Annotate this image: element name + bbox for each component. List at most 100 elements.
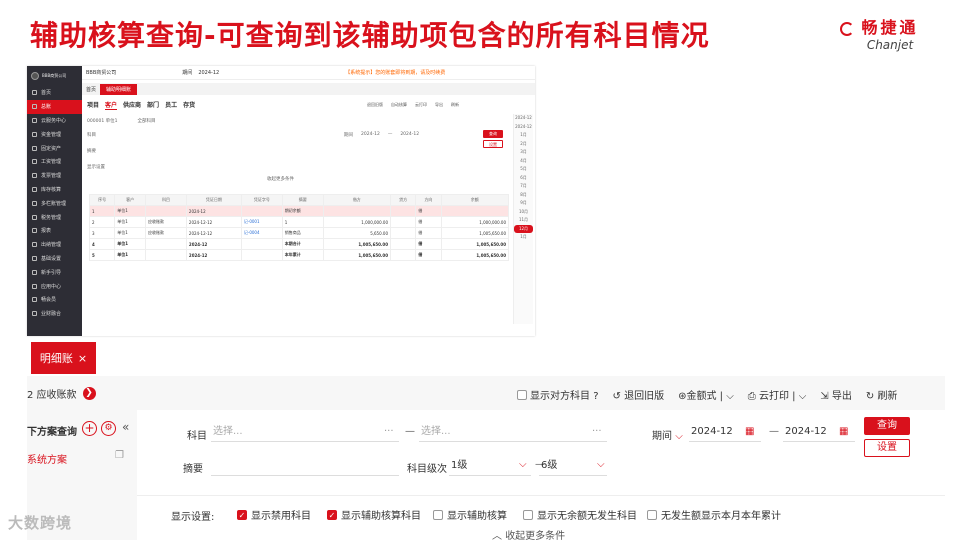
document-icon[interactable]: ❐ — [115, 450, 124, 461]
month-item[interactable]: 10月 — [514, 208, 533, 217]
sidebar-item[interactable]: 畅会员 — [27, 293, 82, 307]
subtab[interactable]: 部门 — [147, 100, 159, 110]
sidebar-item[interactable]: 应用中心 — [27, 279, 82, 293]
menu-icon — [32, 186, 37, 192]
display-option-label: 无发生额显示本月本年累计 — [661, 511, 781, 522]
tab-detail[interactable]: 辅助明细账 — [100, 83, 138, 95]
display-option-checkbox[interactable]: ✓ 显示禁用科目 — [237, 507, 311, 522]
sidebar-item[interactable]: 业财融合 — [27, 307, 82, 321]
month-item[interactable]: 7月 — [514, 182, 533, 191]
sidebar-item[interactable]: 首页 — [27, 86, 82, 100]
month-item[interactable]: 4月 — [514, 157, 533, 166]
sidebar-item[interactable]: 发票管理 — [27, 169, 82, 183]
mini-to[interactable]: 2024-12 — [400, 132, 419, 138]
back-old-button[interactable]: ↺ 退回旧版 — [613, 387, 665, 402]
subtab[interactable]: 项目 — [87, 100, 99, 110]
month-item[interactable]: 2024-12 — [514, 114, 533, 123]
month-item[interactable]: 6月 — [514, 174, 533, 183]
month-item[interactable]: 8月 — [514, 191, 533, 200]
company-select[interactable]: BBB商贸公司 — [86, 69, 116, 76]
mini-collapse[interactable]: 收起更多条件 — [267, 176, 419, 182]
sidebar-item[interactable]: 多栏账管理 — [27, 196, 82, 210]
subject-to-input[interactable]: 选择... — [419, 422, 607, 442]
month-item[interactable]: 3月 — [514, 148, 533, 157]
month-item[interactable]: 12月 — [514, 224, 533, 233]
month-item[interactable]: 1月 — [514, 233, 533, 242]
sidebar-item[interactable]: 基础设置 — [27, 252, 82, 266]
checkbox-icon: ✓ — [237, 509, 247, 520]
period-value[interactable]: 2024-12 — [198, 70, 219, 76]
sidebar-item[interactable]: 库存核算 — [27, 183, 82, 197]
sidebar-item[interactable]: 工资管理 — [27, 155, 82, 169]
sidebar-item[interactable]: 出纳管理 — [27, 238, 82, 252]
subtab[interactable]: 供应商 — [123, 100, 141, 110]
subject-from-input[interactable]: 选择... — [211, 422, 399, 442]
show-opposite-toggle[interactable]: 显示对方科目 ? — [517, 387, 599, 402]
next-arrow-icon[interactable]: ❯ — [82, 386, 96, 400]
table-cell: 借 — [415, 249, 442, 261]
calendar-icon[interactable]: ▦ — [839, 426, 848, 437]
table-cell[interactable]: 记-0004 — [240, 227, 283, 239]
summary-input[interactable] — [211, 456, 399, 476]
close-icon[interactable]: × — [78, 352, 87, 365]
table-row[interactable]: 5 单位1 2024-12 本年累计 1,005,650.00 借 1,005,650.00 — [88, 249, 510, 261]
mini-query-button[interactable]: 查询 — [483, 130, 503, 138]
tab-home[interactable]: 首页 — [86, 86, 96, 93]
query-button[interactable]: 查询 — [864, 417, 910, 435]
table-row[interactable]: 1 单位1 2024-12 期初余额 借 — [88, 205, 510, 217]
month-item[interactable]: 2月 — [514, 140, 533, 149]
display-option-checkbox[interactable]: 显示辅助核算 — [433, 507, 507, 522]
sidebar-item-label: 畅会员 — [41, 297, 57, 304]
subtab[interactable]: 存货 — [183, 100, 195, 110]
mini-filter-all[interactable]: 全部科目 — [137, 118, 155, 124]
mini-toolbar-button[interactable]: 刷新 — [451, 102, 459, 108]
sidebar-item[interactable]: 新手引导 — [27, 265, 82, 279]
amount-type-select[interactable]: ⊛金额式 | ⌵ — [678, 387, 734, 402]
menu-icon — [32, 255, 37, 261]
mini-filter-item[interactable]: 000001 单位1 — [87, 118, 117, 124]
zoom-toolbar: 显示对方科目 ? ↺ 退回旧版 ⊛金额式 | ⌵ ⎙ 云打印 | ⌵ ⇲ 导出 … — [517, 387, 897, 402]
subject-from-more-icon[interactable]: ··· — [384, 426, 394, 437]
mini-toolbar-button[interactable]: 云打印 — [415, 102, 427, 108]
sidebar-item[interactable]: 固定资产 — [27, 141, 82, 155]
calendar-icon[interactable]: ▦ — [745, 426, 754, 437]
scheme-title: 下方案查询 — [27, 427, 77, 438]
mini-toolbar-button[interactable]: 导出 — [435, 102, 443, 108]
settings-button[interactable]: 设置 — [864, 439, 910, 457]
add-icon[interactable]: + — [82, 421, 97, 436]
table-cell[interactable]: 记-0001 — [240, 216, 283, 228]
sidebar-item[interactable]: 云服务中心 — [27, 114, 82, 128]
table-row[interactable]: 2 单位1 应收账款 2024-12-12 记-0001 1 1,000,000.00 借 1,… — [88, 216, 510, 228]
collapse-more-button[interactable]: ︿ 收起更多条件 — [492, 527, 565, 540]
display-option-checkbox[interactable]: 无发生额显示本月本年累计 — [647, 507, 781, 522]
month-item[interactable]: 11月 — [514, 216, 533, 225]
month-item[interactable]: 9月 — [514, 199, 533, 208]
subtab[interactable]: 客户 — [105, 100, 118, 110]
gear-icon[interactable]: ⚙ — [101, 421, 116, 436]
collapse-left-icon[interactable]: « — [122, 420, 129, 434]
refresh-button[interactable]: ↻ 刷新 — [866, 387, 898, 402]
month-item[interactable]: 2024-12 — [514, 123, 533, 132]
sidebar-item[interactable]: 总账 — [27, 99, 82, 114]
sidebar-item[interactable]: 资金管理 — [27, 127, 82, 141]
period-label[interactable]: 期间 ⌵ — [652, 427, 683, 442]
mini-toolbar-button[interactable]: 自动核算 — [391, 102, 407, 108]
mini-toolbar-button[interactable]: 退回旧版 — [367, 102, 383, 108]
sidebar-item[interactable]: 税务管理 — [27, 210, 82, 224]
tab-detail-ledger[interactable]: 明细账 × — [31, 342, 96, 374]
sidebar-item[interactable]: 报表 — [27, 224, 82, 238]
display-option-checkbox[interactable]: ✓ 显示辅助核算科目 — [327, 507, 421, 522]
subject-to-more-icon[interactable]: ··· — [592, 426, 602, 437]
system-scheme[interactable]: 系统方案 — [27, 451, 67, 466]
display-option-checkbox[interactable]: 显示无余额无发生科目 — [523, 507, 637, 522]
month-item[interactable]: 5月 — [514, 165, 533, 174]
subtab[interactable]: 员工 — [165, 100, 177, 110]
cloud-print-button[interactable]: ⎙ 云打印 | ⌵ — [748, 387, 807, 402]
export-button[interactable]: ⇲ 导出 — [820, 387, 852, 402]
mini-settings-button[interactable]: 设置 — [483, 140, 503, 148]
table-cell: 1,005,650.00 — [440, 249, 510, 261]
month-item[interactable]: 1月 — [514, 131, 533, 140]
mini-from[interactable]: 2024-12 — [361, 132, 380, 138]
table-row[interactable]: 4 单位1 2024-12 本期合计 1,005,650.00 借 1,005,650.00 — [88, 238, 510, 250]
table-row[interactable]: 3 单位1 应收账款 2024-12-12 记-0004 销售商品 5,650.00 借 1,0… — [88, 227, 510, 239]
